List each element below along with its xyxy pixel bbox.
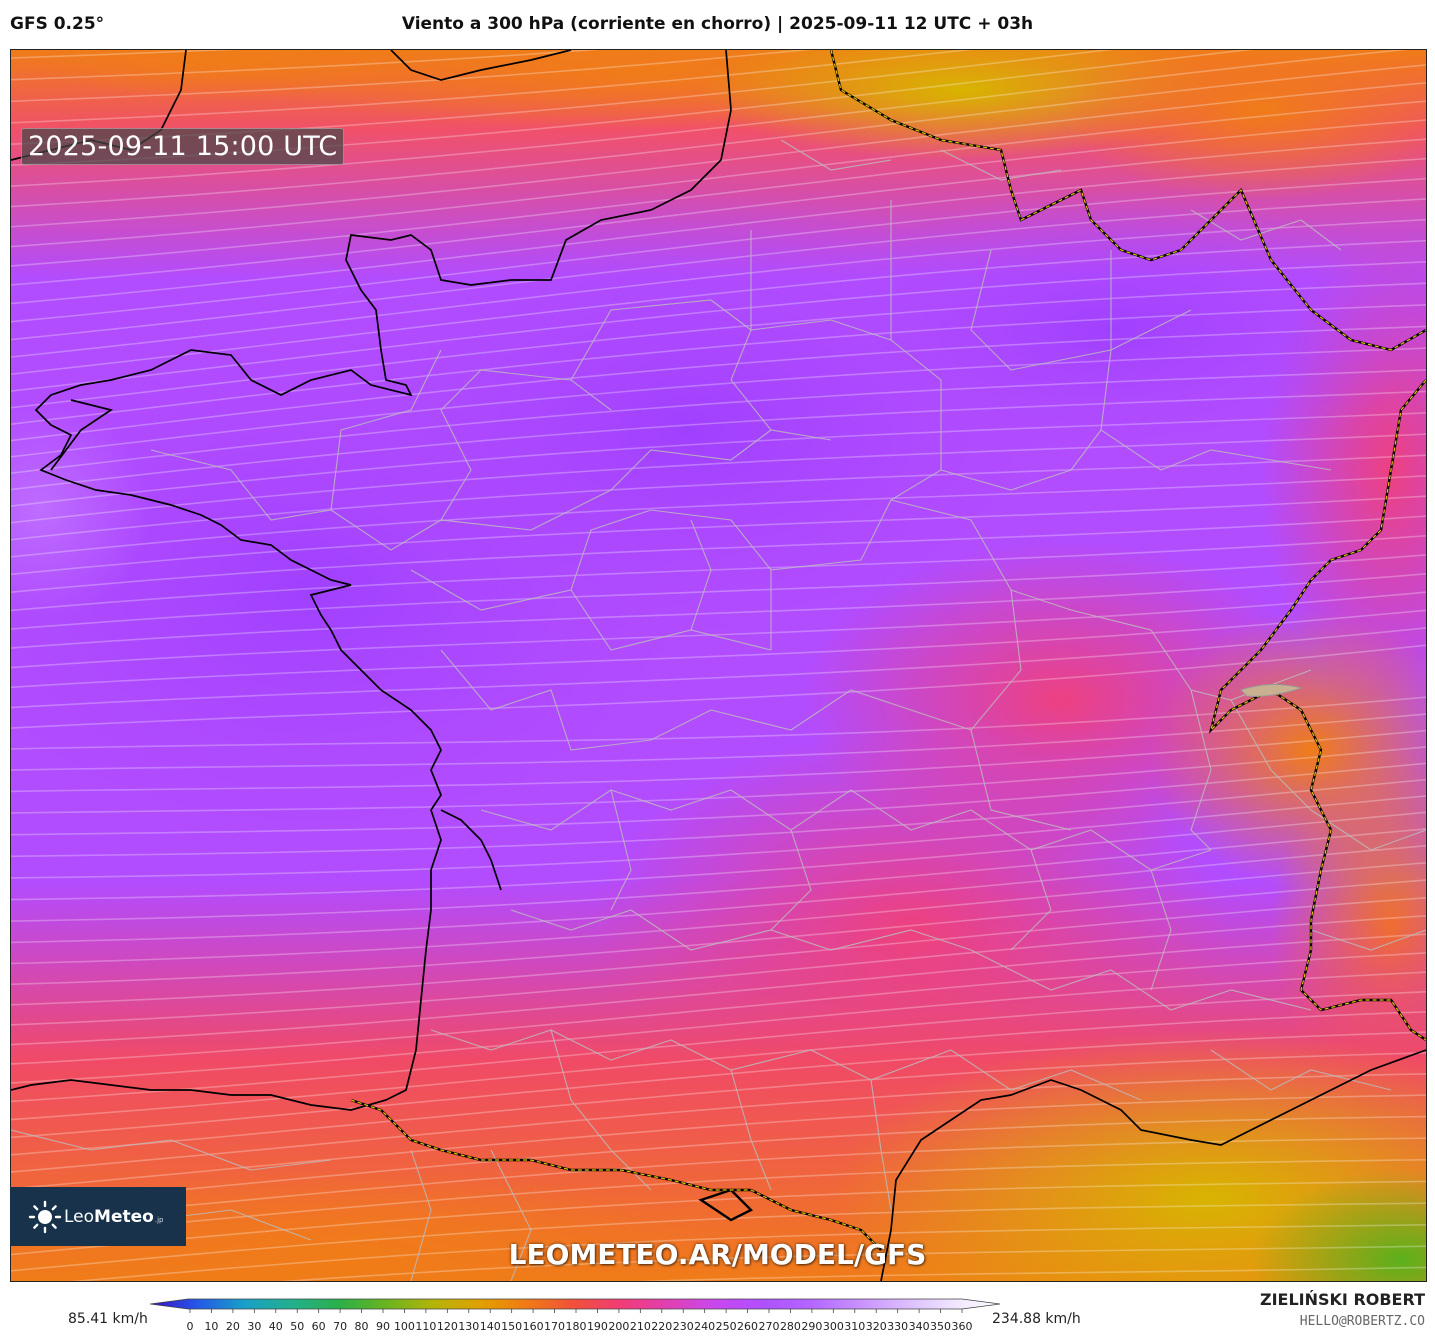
colorbar-tick-label: 170 [544, 1320, 565, 1333]
colorbar-tick-label: 100 [394, 1320, 415, 1333]
colorbar-tick-label: 270 [759, 1320, 780, 1333]
colorbar-tick-label: 110 [415, 1320, 436, 1333]
colorbar-tick-label: 20 [226, 1320, 240, 1333]
map-title: Viento a 300 hPa (corriente en chorro) |… [401, 14, 1034, 34]
wind-map: 2025-09-11 15:00 UTC [10, 49, 1427, 1282]
wind-speed-field [11, 50, 1426, 1281]
colorbar-tick-label: 60 [312, 1320, 326, 1333]
colorbar-tick-label: 70 [333, 1320, 347, 1333]
colorbar-tick-label: 120 [437, 1320, 458, 1333]
colorbar-tick-label: 250 [716, 1320, 737, 1333]
logo-text-bold: Meteo [94, 1206, 154, 1227]
colorbar-tick-label: 320 [866, 1320, 887, 1333]
colorbar-tick-label: 30 [247, 1320, 261, 1333]
wind-speed-colorbar: 0 10 20 30 40 50 60 70 80 90 100 110 120 130 140 150 160… [150, 1298, 1000, 1333]
colorbar-tick-label: 290 [801, 1320, 822, 1333]
colorbar-tick-label: 340 [909, 1320, 930, 1333]
colorbar-max-label: 234.88 km/h [992, 1311, 1081, 1327]
colorbar-tick-label: 40 [269, 1320, 283, 1333]
colorbar-tick-label: 190 [587, 1320, 608, 1333]
colorbar-tick-label: 220 [651, 1320, 672, 1333]
colorbar-tick-label: 150 [501, 1320, 522, 1333]
valid-time-stamp: 2025-09-11 15:00 UTC [21, 128, 345, 165]
colorbar-tick-label: 140 [480, 1320, 501, 1333]
author-email: HELLO@ROBERTZ.CO [1299, 1314, 1425, 1329]
colorbar-tick-label: 260 [737, 1320, 758, 1333]
colorbar-tick-label: 0 [187, 1320, 194, 1333]
colorbar-tick-label: 50 [290, 1320, 304, 1333]
colorbar-tick-label: 280 [780, 1320, 801, 1333]
colorbar-tick-label: 230 [673, 1320, 694, 1333]
colorbar-ramp [150, 1298, 1000, 1310]
logo-text-light: Leo [64, 1206, 95, 1227]
colorbar-tick-label: 210 [630, 1320, 651, 1333]
colorbar-tick-label: 130 [458, 1320, 479, 1333]
colorbar-tick-label: 10 [204, 1320, 218, 1333]
colorbar-tick-label: 330 [887, 1320, 908, 1333]
logo-wordmark: LeoMeteo.jp [64, 1207, 163, 1227]
colorbar-ticks: 0 10 20 30 40 50 60 70 80 90 100 110 120 130 140 150 160… [187, 1309, 973, 1333]
colorbar-min-label: 85.41 km/h [68, 1311, 148, 1327]
logo-suffix: .jp [154, 1215, 164, 1224]
colorbar-tick-label: 310 [844, 1320, 865, 1333]
sun-icon [28, 1200, 62, 1233]
colorbar-tick-label: 160 [523, 1320, 544, 1333]
author-name: ZIELIŃSKI ROBERT [1259, 1290, 1425, 1309]
colorbar-tick-label: 360 [952, 1320, 973, 1333]
site-watermark: LEOMETEO.AR/MODEL/GFS [508, 1238, 927, 1271]
colorbar-tick-label: 90 [376, 1320, 390, 1333]
colorbar-tick-label: 350 [930, 1320, 951, 1333]
colorbar-tick-label: 200 [608, 1320, 629, 1333]
colorbar-tick-label: 80 [355, 1320, 369, 1333]
colorbar-tick-label: 180 [566, 1320, 587, 1333]
colorbar-tick-label: 300 [823, 1320, 844, 1333]
colorbar-tick-label: 240 [694, 1320, 715, 1333]
